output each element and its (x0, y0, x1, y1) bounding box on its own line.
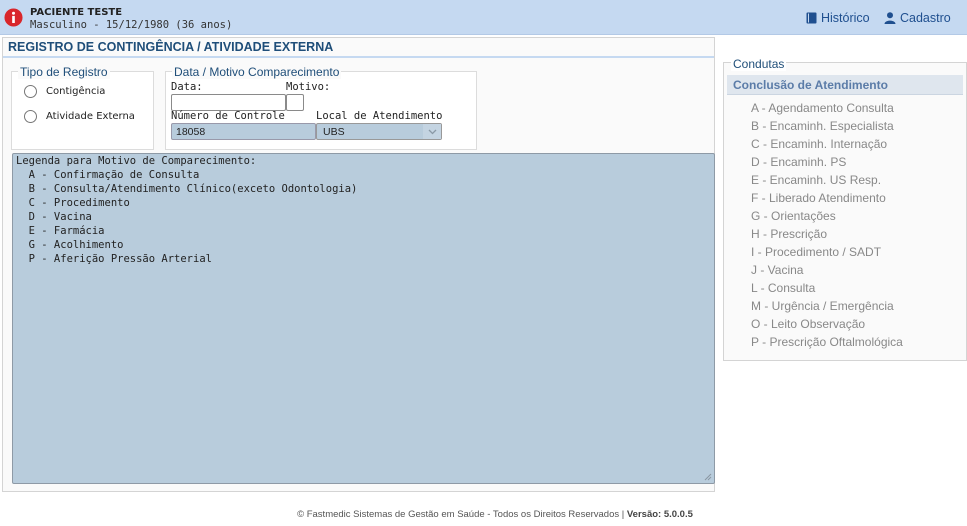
conduta-item[interactable]: P - Prescrição Oftalmológica (751, 335, 903, 349)
footer-version: Versão: 5.0.0.5 (626, 509, 693, 520)
cadastro-link[interactable]: Cadastro (884, 11, 951, 25)
motivo-input[interactable] (286, 94, 304, 111)
conclusao-atendimento-header: Conclusão de Atendimento (727, 75, 963, 95)
tipo-registro-legend: Tipo de Registro (18, 65, 110, 79)
patient-header: PACIENTE TESTE Masculino - 15/12/1980 (3… (0, 0, 967, 35)
numero-controle-field: 18058 (171, 123, 316, 140)
conduta-item[interactable]: J - Vacina (751, 263, 803, 277)
condutas-panel: Conclusão de Atendimento A - Agendamento… (723, 62, 967, 361)
patient-name: PACIENTE TESTE (30, 7, 123, 18)
legenda-line: C - Procedimento (16, 197, 130, 209)
patient-details: Masculino - 15/12/1980 (36 anos) (30, 19, 233, 31)
data-input[interactable] (171, 94, 286, 111)
radio-contigencia[interactable]: Contigência (24, 85, 105, 98)
legenda-line: E - Farmácia (16, 225, 105, 237)
legenda-line: D - Vacina (16, 211, 92, 223)
legenda-line: A - Confirmação de Consulta (16, 169, 200, 181)
book-icon (806, 12, 817, 24)
historico-link[interactable]: Histórico (806, 11, 870, 25)
conduta-item[interactable]: G - Orientações (751, 209, 836, 223)
title-divider (3, 56, 714, 58)
legenda-line: P - Aferição Pressão Arterial (16, 253, 212, 265)
registro-panel: REGISTRO DE CONTINGÊNCIA / ATIVIDADE EXT… (2, 37, 715, 492)
chevron-down-icon (423, 124, 441, 139)
conduta-item[interactable]: L - Consulta (751, 281, 815, 295)
radio-contigencia-label: Contigência (46, 86, 106, 97)
radio-contigencia-input[interactable] (24, 85, 37, 98)
conduta-item[interactable]: D - Encaminh. PS (751, 155, 846, 169)
data-motivo-legend: Data / Motivo Comparecimento (172, 65, 342, 79)
info-icon (4, 8, 23, 27)
numero-controle-label: Número de Controle (171, 110, 285, 122)
footer: © Fastmedic Sistemas de Gestão em Saúde … (0, 509, 967, 520)
legenda-line: B - Consulta/Atendimento Clínico(exceto … (16, 183, 358, 195)
radio-atividade-externa-input[interactable] (24, 110, 37, 123)
legenda-line: Legenda para Motivo de Comparecimento: (16, 155, 257, 167)
cadastro-label: Cadastro (900, 11, 951, 25)
data-label: Data: (171, 81, 203, 93)
conduta-item[interactable]: M - Urgência / Emergência (751, 299, 894, 313)
conduta-item[interactable]: C - Encaminh. Internação (751, 137, 887, 151)
historico-label: Histórico (821, 11, 870, 25)
resize-grip-icon[interactable] (704, 473, 712, 481)
legenda-line: G - Acolhimento (16, 239, 124, 251)
conduta-item[interactable]: E - Encaminh. US Resp. (751, 173, 881, 187)
page-title: REGISTRO DE CONTINGÊNCIA / ATIVIDADE EXT… (8, 40, 334, 54)
local-atendimento-value: UBS (323, 126, 345, 138)
user-icon (884, 12, 896, 24)
conduta-item[interactable]: I - Procedimento / SADT (751, 245, 881, 259)
conduta-item[interactable]: A - Agendamento Consulta (751, 101, 894, 115)
radio-atividade-externa-label: Atividade Externa (46, 111, 135, 122)
conduta-item[interactable]: H - Prescrição (751, 227, 827, 241)
footer-copyright: © Fastmedic Sistemas de Gestão em Saúde … (297, 509, 627, 520)
conduta-item[interactable]: O - Leito Observação (751, 317, 865, 331)
local-atendimento-label: Local de Atendimento (316, 110, 443, 122)
condutas-legend: Condutas (731, 57, 787, 71)
data-motivo-group: Data / Motivo Comparecimento Data: Motiv… (165, 65, 477, 150)
conduta-item[interactable]: F - Liberado Atendimento (751, 191, 886, 205)
conduta-item[interactable]: B - Encaminh. Especialista (751, 119, 894, 133)
legenda-textarea[interactable]: Legenda para Motivo de Comparecimento: A… (12, 153, 715, 484)
tipo-registro-group: Tipo de Registro Contigência Atividade E… (11, 65, 154, 150)
motivo-label: Motivo: (286, 81, 331, 93)
local-atendimento-select[interactable]: UBS (316, 123, 442, 140)
radio-atividade-externa[interactable]: Atividade Externa (24, 110, 135, 123)
